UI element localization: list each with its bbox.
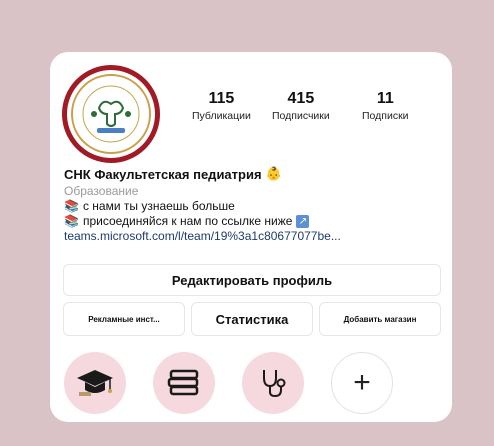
baby-emoji-icon: 👶: [265, 166, 282, 181]
profile-category: Образование: [64, 184, 139, 198]
profile-avatar[interactable]: [62, 65, 160, 163]
stat-posts[interactable]: 115 Публикации: [192, 90, 251, 122]
books-icon: 📚: [64, 199, 79, 213]
ad-tools-button[interactable]: Рекламные инст...: [63, 302, 185, 336]
books-icon: 📚: [64, 214, 79, 228]
statistics-button[interactable]: Статистика: [191, 302, 313, 336]
profile-stats: 115 Публикации 415 Подписчики 11 Подписк…: [186, 90, 444, 130]
uterus-emblem-icon: [82, 85, 140, 143]
graduation-cap-icon: [77, 370, 113, 396]
stat-posts-label: Публикации: [192, 110, 251, 122]
stat-following-label: Подписки: [362, 110, 409, 122]
bio-text: с нами ты узнаешь больше: [82, 199, 235, 213]
profile-name-row: СНК Факультетская педиатрия 👶: [64, 166, 442, 182]
arrow-icon: ↗: [296, 214, 310, 228]
plus-icon: +: [353, 366, 371, 399]
add-shop-button[interactable]: Добавить магазин: [319, 302, 441, 336]
bio-text: присоединяйся к нам по ссылке ниже: [82, 214, 293, 228]
stat-followers-value: 415: [287, 90, 315, 107]
logo-emblem: [71, 74, 151, 154]
profile-name: СНК Факультетская педиатрия: [64, 166, 262, 182]
highlight-stethoscope[interactable]: [242, 352, 304, 414]
stat-following-value: 11: [376, 90, 394, 107]
highlight-new[interactable]: +: [331, 352, 393, 414]
stethoscope-icon: [263, 370, 286, 398]
highlight-graduation[interactable]: [64, 352, 126, 414]
profile-card: 115 Публикации 415 Подписчики 11 Подписк…: [50, 52, 452, 422]
stat-followers-label: Подписчики: [272, 110, 330, 122]
bio-line: 📚 с нами ты узнаешь больше: [64, 199, 442, 213]
stat-following[interactable]: 11 Подписки: [362, 90, 409, 122]
profile-bio: СНК Факультетская педиатрия 👶 Образовани…: [64, 166, 442, 243]
stat-posts-value: 115: [208, 90, 235, 107]
stat-followers[interactable]: 415 Подписчики: [272, 90, 330, 122]
bio-line: 📚 присоединяйся к нам по ссылке ниже ↗: [64, 214, 442, 228]
edit-profile-button[interactable]: Редактировать профиль: [63, 264, 441, 296]
highlight-books[interactable]: [153, 352, 215, 414]
profile-link[interactable]: teams.microsoft.com/l/team/19%3a1c806770…: [64, 229, 442, 243]
books-stack-icon: [167, 369, 199, 396]
